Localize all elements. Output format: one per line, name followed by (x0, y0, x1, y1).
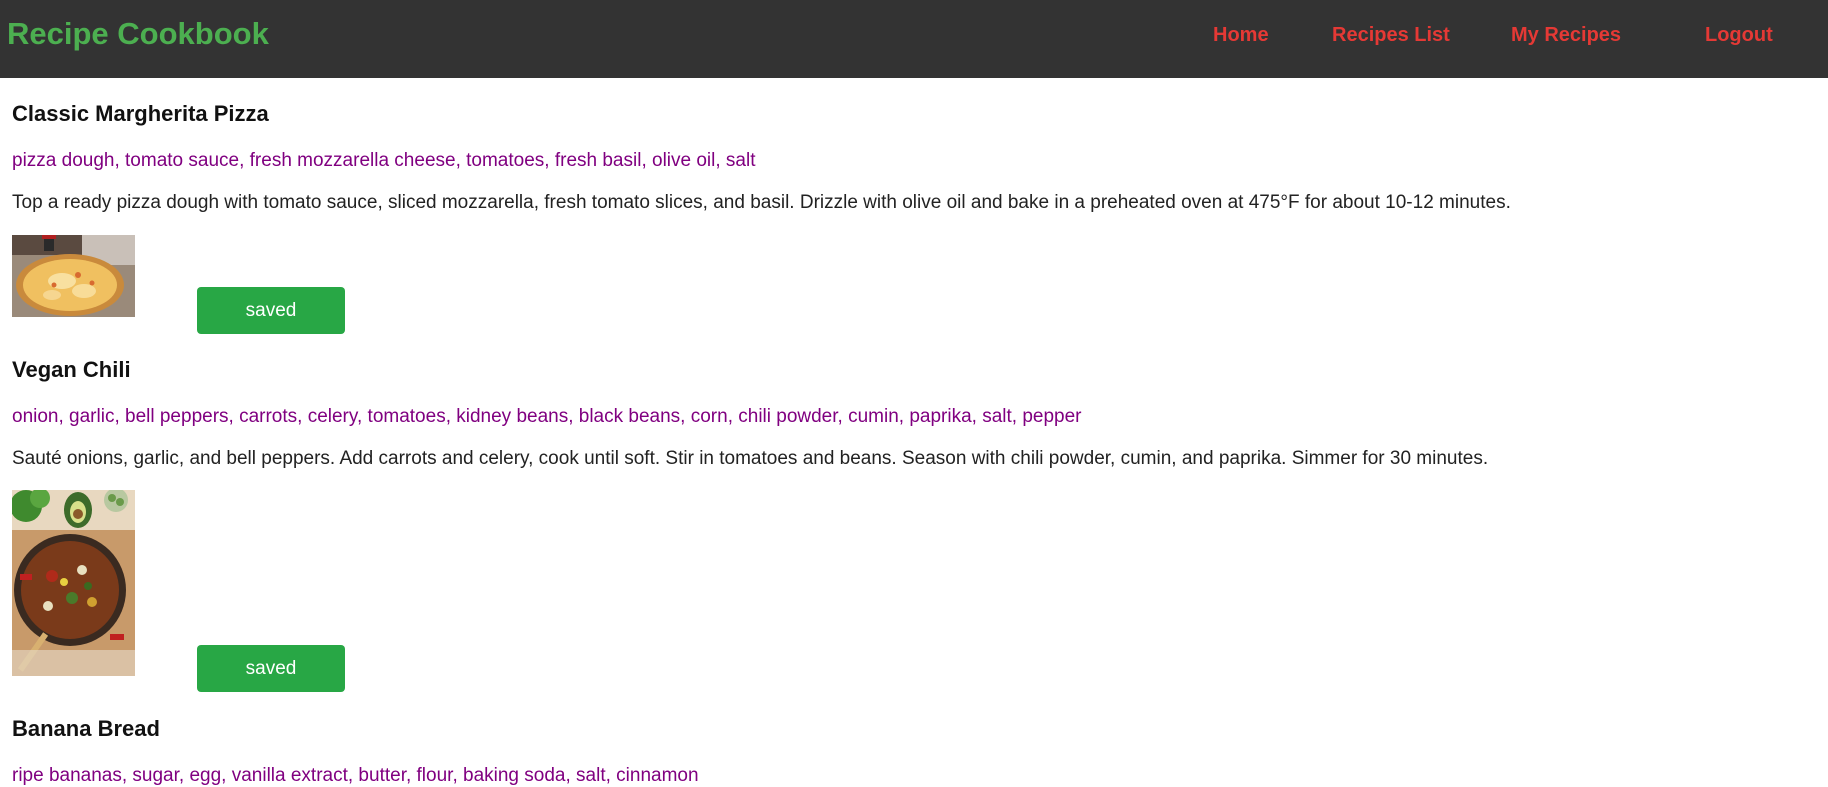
recipe-ingredients: ripe bananas, sugar, egg, vanilla extrac… (12, 765, 699, 786)
nav-link-my-recipes[interactable]: My Recipes (1511, 24, 1621, 46)
chili-image (12, 490, 135, 676)
saved-button[interactable]: saved (197, 287, 345, 334)
recipe-title: Banana Bread (12, 716, 160, 741)
saved-button[interactable]: saved (197, 645, 345, 692)
pizza-image (12, 235, 135, 317)
brand-title: Recipe Cookbook (7, 16, 269, 51)
recipe-ingredients: pizza dough, tomato sauce, fresh mozzare… (12, 150, 756, 171)
nav-link-recipes-list[interactable]: Recipes List (1332, 24, 1450, 46)
navbar: Recipe Cookbook Home Recipes List My Rec… (0, 0, 1828, 78)
recipe-instructions: Top a ready pizza dough with tomato sauc… (12, 192, 1511, 213)
recipe-title: Classic Margherita Pizza (12, 101, 269, 126)
recipe-title: Vegan Chili (12, 357, 131, 382)
nav-link-home[interactable]: Home (1213, 24, 1269, 46)
recipe-ingredients: onion, garlic, bell peppers, carrots, ce… (12, 406, 1082, 427)
nav-link-logout[interactable]: Logout (1705, 24, 1773, 46)
recipe-instructions: Sauté onions, garlic, and bell peppers. … (12, 448, 1489, 469)
